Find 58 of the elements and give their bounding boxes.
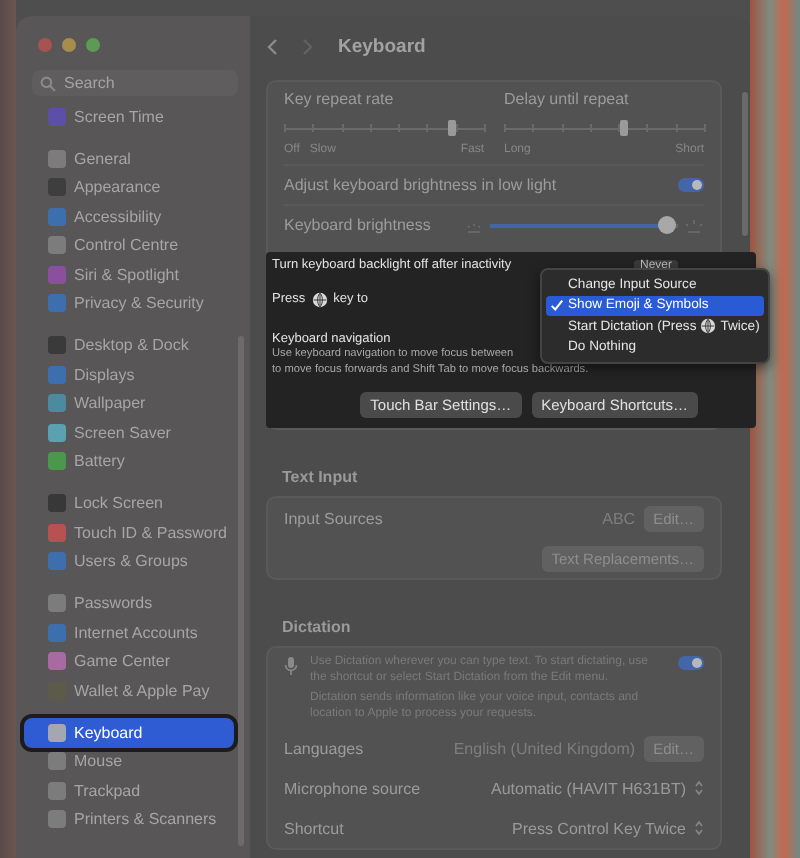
sidebar-item[interactable]: Battery: [20, 447, 234, 476]
stepper-icon: [694, 820, 704, 836]
sidebar-item[interactable]: Lock Screen: [20, 489, 234, 518]
slider-label: Key repeat rate: [284, 90, 396, 108]
sidebar-item[interactable]: Control Centre: [20, 231, 234, 260]
sidebar-item[interactable]: Passwords: [20, 589, 234, 618]
popup-button[interactable]: Press Control Key Twice: [512, 819, 704, 837]
sidebar-item[interactable]: Screen Saver: [20, 418, 234, 447]
sidebar-item[interactable]: Appearance: [20, 173, 234, 202]
search-input[interactable]: Search: [64, 74, 224, 92]
slider-thumb[interactable]: [658, 215, 677, 233]
slider-thumb[interactable]: [620, 120, 628, 136]
toggle-switch[interactable]: [678, 178, 704, 192]
stepper-icon: [694, 780, 704, 796]
popup-button[interactable]: Automatic (HAVIT H631BT): [490, 779, 704, 797]
sidebar-item[interactable]: Accessibility: [20, 202, 234, 231]
section-heading: Dictation: [282, 618, 353, 636]
setting-label: Shortcut: [284, 819, 344, 837]
globe-icon: [311, 291, 328, 307]
sidebar-item[interactable]: Privacy & Security: [20, 289, 234, 318]
page-title: Keyboard: [338, 35, 426, 57]
sidebar-item[interactable]: Touch ID & Password: [20, 518, 234, 547]
search-field[interactable]: Search: [32, 70, 238, 96]
slider-thumb[interactable]: [448, 120, 456, 136]
sidebar-item[interactable]: Screen Time: [20, 102, 234, 131]
setting-label: Adjust keyboard brightness in low light: [284, 176, 557, 194]
slider-label: Delay until repeat: [504, 90, 631, 108]
close-button[interactable]: [38, 38, 52, 52]
sidebar-item[interactable]: Users & Groups: [20, 547, 234, 576]
zoom-button[interactable]: [86, 38, 100, 52]
setting-label: Languages: [284, 739, 364, 757]
minimize-button[interactable]: [62, 38, 76, 52]
sidebar-item[interactable]: Wallpaper: [20, 389, 234, 418]
search-icon: [40, 75, 56, 91]
back-button[interactable]: [266, 37, 278, 55]
scrollbar[interactable]: [742, 92, 748, 236]
slider-track[interactable]: [284, 120, 484, 136]
microphone-icon: [284, 656, 298, 676]
sidebar-item[interactable]: Game Center: [20, 647, 234, 676]
sidebar-item[interactable]: General: [20, 144, 234, 173]
setting-label: Input Sources: [284, 509, 383, 527]
sidebar-item[interactable]: Wallet & Apple Pay: [20, 676, 234, 705]
section-heading: Text Input: [282, 468, 360, 486]
sidebar-item[interactable]: Trackpad: [20, 776, 234, 805]
sidebar-item[interactable]: Displays: [20, 360, 234, 389]
sidebar-item[interactable]: Internet Accounts: [20, 618, 234, 647]
checkmark-icon: [550, 298, 564, 313]
sidebar-item[interactable]: Mouse: [20, 747, 234, 776]
slider-track[interactable]: [504, 120, 704, 136]
sidebar-item[interactable]: Printers & Scanners: [20, 805, 234, 834]
setting-label: Keyboard brightness: [284, 216, 431, 234]
sidebar-item[interactable]: Keyboard: [24, 718, 234, 747]
bright-sun-icon: [684, 217, 704, 233]
globe-icon: [700, 318, 717, 335]
setting-label: Microphone source: [284, 779, 421, 797]
sidebar-item[interactable]: Desktop & Dock: [20, 331, 234, 360]
sidebar-item[interactable]: Siri & Spotlight: [20, 260, 234, 289]
toggle-switch[interactable]: [678, 656, 704, 670]
